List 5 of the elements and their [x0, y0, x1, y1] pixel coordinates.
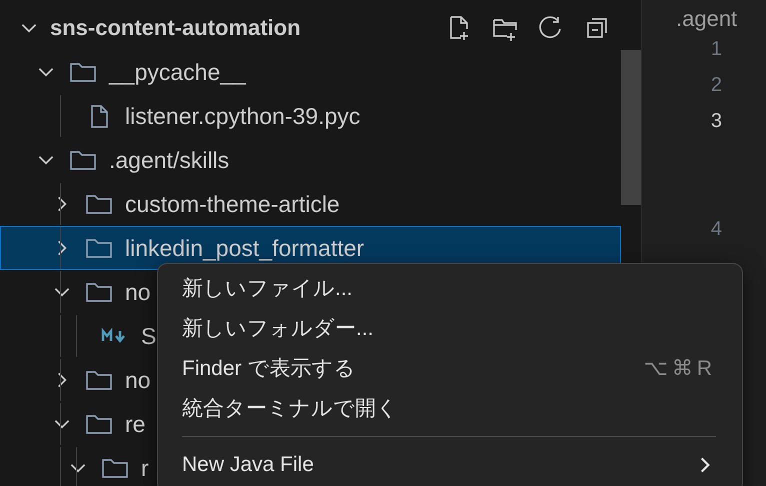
- shortcut-label: ⌥⌘R: [644, 356, 716, 380]
- line-number: 3: [710, 110, 722, 133]
- line-number: 2: [710, 74, 722, 97]
- line-number: 1: [710, 38, 722, 61]
- line-number: 4: [710, 218, 722, 241]
